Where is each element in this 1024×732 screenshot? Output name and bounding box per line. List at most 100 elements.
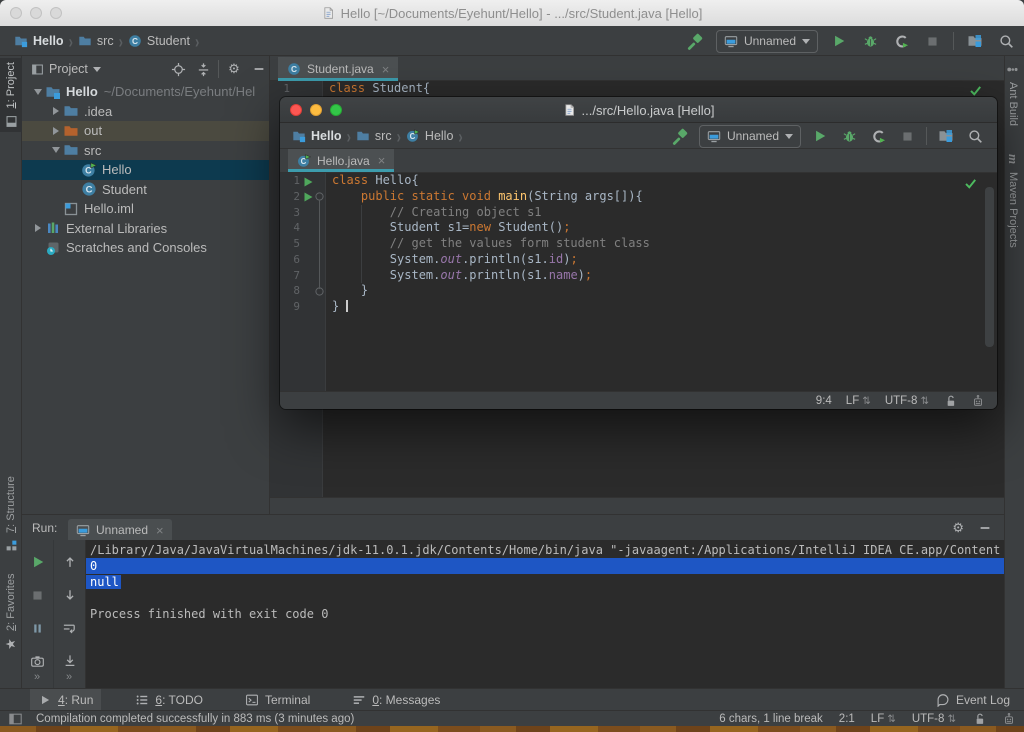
stop-button[interactable] [922, 31, 942, 51]
encoding-widget[interactable]: UTF-8 ⇅ [885, 395, 929, 407]
scroll-to-end-button[interactable] [60, 651, 80, 671]
chevron-right-icon[interactable] [48, 107, 63, 115]
run-configuration-select[interactable]: Unnamed [699, 125, 801, 148]
tab-hello-java[interactable]: C Hello.java × [288, 149, 394, 172]
tree-item-hello[interactable]: Hello~/Documents/Eyehunt/Hel [22, 82, 269, 102]
float-window-titlebar[interactable]: .../src/Hello.java [Hello] [280, 97, 997, 123]
chevron-right-icon[interactable] [48, 127, 63, 135]
tree-item-hello[interactable]: CHello [22, 160, 269, 180]
breadcrumb-item-src[interactable]: src [78, 34, 114, 48]
chevron-right-icon[interactable] [30, 224, 45, 232]
inspections-ok-icon[interactable] [964, 177, 977, 190]
caret-position-widget[interactable]: 9:4 [816, 395, 832, 407]
breadcrumb-item-class[interactable]: C Hello [406, 129, 454, 143]
tree-item-hello-iml[interactable]: Hello.iml [22, 199, 269, 219]
locate-file-button[interactable] [168, 59, 188, 79]
toolwindow-button-run[interactable]: 4: Run [30, 689, 101, 711]
toolwindow-button-todo[interactable]: 6: TODO [127, 689, 211, 711]
line-separator-widget[interactable]: LF ⇅ [846, 395, 871, 407]
tree-item--idea[interactable]: .idea [22, 102, 269, 122]
breadcrumb-item-project[interactable]: Hello [292, 129, 342, 143]
tree-item-out[interactable]: out [22, 121, 269, 141]
breadcrumb-item-project[interactable]: Hello [14, 34, 64, 48]
screenshot-button[interactable] [28, 651, 48, 671]
sidebar-item-maven-projects[interactable]: m Maven Projects [1002, 148, 1024, 260]
project-panel-title[interactable]: Project [49, 62, 88, 76]
lock-icon[interactable] [972, 712, 986, 726]
code-line-1[interactable]: class Student{ [329, 81, 430, 97]
run-button[interactable] [810, 126, 830, 146]
debug-button[interactable] [860, 31, 880, 51]
tree-item-scratches-and-consoles[interactable]: Scratches and Consoles [22, 238, 269, 258]
code-line-5[interactable]: // get the values form student class [332, 236, 650, 252]
run-line-marker-icon[interactable] [304, 177, 313, 187]
chevron-down-icon[interactable] [48, 147, 63, 153]
toolwindow-button-terminal[interactable]: Terminal [237, 689, 318, 711]
sidebar-item-project[interactable]: 1: Project [0, 58, 22, 132]
editor-scrollbar[interactable] [985, 187, 994, 347]
lock-icon[interactable] [943, 394, 957, 408]
run-configuration-select[interactable]: Unnamed [716, 30, 818, 53]
breadcrumb-item-src[interactable]: src [356, 129, 392, 143]
code-line-8[interactable]: } [332, 283, 368, 299]
code-line-7[interactable]: System.out.println(s1.name); [332, 268, 592, 284]
gear-icon[interactable]: ⚙ [224, 59, 244, 79]
tree-item-student[interactable]: CStudent [22, 180, 269, 200]
sidebar-item-structure[interactable]: 7: Structure [0, 467, 22, 557]
breadcrumb-item-class[interactable]: C Student [128, 34, 190, 48]
chevron-down-icon[interactable] [93, 67, 101, 72]
run-tab-unnamed[interactable]: Unnamed × [68, 519, 172, 541]
code-line-1[interactable]: class Hello{ [332, 173, 419, 189]
toolwindow-toggle-icon[interactable] [8, 712, 23, 726]
project-structure-button[interactable] [965, 31, 985, 51]
pause-output-button[interactable] [28, 618, 48, 638]
collapse-all-button[interactable] [193, 59, 213, 79]
code-line-4[interactable]: Student s1=new Student(); [332, 220, 570, 236]
hide-panel-button[interactable] [978, 521, 992, 535]
debug-button[interactable] [839, 126, 859, 146]
rerun-button[interactable] [28, 552, 48, 572]
console-line[interactable]: null [86, 574, 1004, 590]
event-log-button[interactable]: Event Log [936, 689, 1010, 711]
inspections-ok-icon[interactable] [969, 84, 982, 97]
search-everywhere-button[interactable] [996, 31, 1016, 51]
run-line-marker-icon[interactable] [304, 192, 313, 202]
robot-icon[interactable] [971, 394, 985, 408]
project-structure-button[interactable] [936, 126, 956, 146]
search-everywhere-button[interactable] [965, 126, 985, 146]
hide-panel-button[interactable] [249, 59, 269, 79]
run-console-output[interactable]: /Library/Java/JavaVirtualMachines/jdk-11… [86, 540, 1004, 688]
close-icon[interactable]: × [156, 523, 164, 538]
stop-button[interactable] [897, 126, 917, 146]
code-line-6[interactable]: System.out.println(s1.id); [332, 252, 578, 268]
robot-icon[interactable] [1002, 712, 1016, 726]
run-with-coverage-button[interactable] [891, 31, 911, 51]
close-icon[interactable]: × [378, 153, 386, 168]
close-icon[interactable]: × [382, 62, 390, 77]
run-with-coverage-button[interactable] [868, 126, 888, 146]
build-hammer-button[interactable] [670, 126, 690, 146]
tab-student-java[interactable]: C Student.java × [278, 57, 398, 81]
tree-item-src[interactable]: src [22, 141, 269, 161]
console-line[interactable]: Process finished with exit code 0 [86, 606, 1004, 622]
code-line-2[interactable]: public static void main(String args[]){ [332, 189, 643, 205]
code-line-9[interactable]: } [332, 299, 348, 315]
tree-item-external-libraries[interactable]: External Libraries [22, 219, 269, 239]
up-stack-trace-button[interactable] [60, 552, 80, 572]
soft-wrap-button[interactable] [60, 618, 80, 638]
more-actions-chevrons[interactable]: » [66, 671, 73, 683]
chevron-down-icon[interactable] [30, 89, 45, 95]
stop-button[interactable] [28, 585, 48, 605]
run-button[interactable] [829, 31, 849, 51]
code-line-3[interactable]: // Creating object s1 [332, 205, 542, 221]
sidebar-item-ant-build[interactable]: Ant Build [1002, 58, 1024, 136]
gear-icon[interactable]: ⚙ [952, 520, 964, 536]
caret-position-widget[interactable]: 2:1 [839, 713, 855, 725]
main-window-titlebar[interactable]: Hello [~/Documents/Eyehunt/Hello] - .../… [0, 0, 1024, 27]
line-separator-widget[interactable]: LF ⇅ [871, 713, 896, 725]
build-hammer-button[interactable] [685, 31, 705, 51]
sidebar-item-favorites[interactable]: ★ 2: Favorites [0, 565, 22, 655]
console-line[interactable]: /Library/Java/JavaVirtualMachines/jdk-11… [86, 542, 1004, 558]
editor-hello-java[interactable]: 123456789 class Hello{ public static voi… [280, 173, 997, 391]
more-actions-chevrons[interactable]: » [34, 671, 41, 683]
